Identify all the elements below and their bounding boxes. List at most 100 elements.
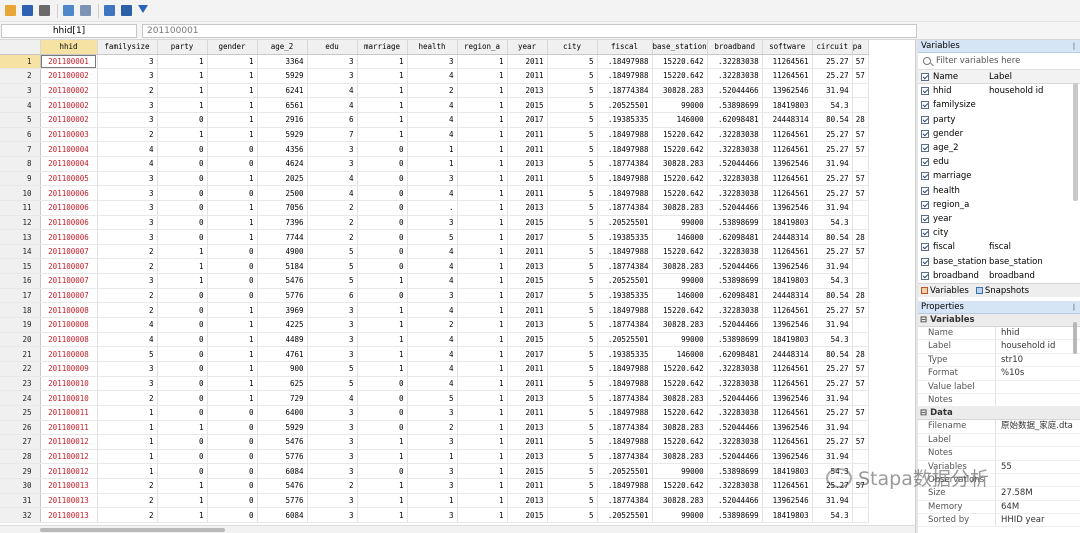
row-number[interactable]: 28 [0, 449, 41, 465]
table-cell[interactable]: 5 [547, 127, 598, 143]
table-cell[interactable]: 57 [852, 127, 869, 143]
table-cell[interactable]: .18497988 [597, 376, 653, 392]
table-cell[interactable]: 5 [547, 405, 598, 421]
table-cell[interactable]: 57 [852, 171, 869, 187]
table-cell[interactable]: 18419803 [762, 215, 813, 231]
table-cell[interactable] [852, 420, 869, 436]
variable-checkbox[interactable] [921, 257, 929, 266]
table-cell[interactable]: 1 [207, 97, 258, 114]
table-cell[interactable]: 3 [97, 361, 158, 377]
table-cell[interactable]: .19385335 [597, 112, 653, 128]
table-cell[interactable]: 1 [207, 112, 258, 128]
table-cell[interactable]: 201100004 [40, 141, 98, 157]
table-cell[interactable] [852, 83, 869, 99]
table-cell[interactable]: 4 [407, 127, 458, 143]
row-number[interactable]: 26 [0, 420, 41, 436]
table-cell[interactable]: 3 [97, 54, 158, 70]
property-value[interactable] [996, 447, 1074, 459]
table-cell[interactable]: 28 [852, 346, 869, 362]
table-cell[interactable]: 5 [547, 449, 598, 465]
table-cell[interactable]: 201100010 [40, 376, 98, 392]
table-cell[interactable]: 5 [547, 376, 598, 392]
table-cell[interactable]: 2916 [257, 112, 308, 128]
table-cell[interactable]: 25.27 [812, 68, 853, 84]
table-cell[interactable]: 2015 [507, 97, 548, 114]
table-cell[interactable]: 0 [157, 141, 208, 157]
table-cell[interactable]: 54.3 [812, 215, 853, 231]
property-row[interactable]: Memory 64M [918, 500, 1080, 515]
table-cell[interactable]: 2 [407, 317, 458, 333]
table-cell[interactable]: 5929 [257, 68, 308, 84]
table-cell[interactable]: .62098481 [707, 288, 763, 304]
table-cell[interactable]: 2017 [507, 346, 548, 362]
table-cell[interactable]: 1 [357, 507, 408, 523]
variable-checkbox[interactable] [921, 144, 929, 153]
table-cell[interactable]: 5 [547, 434, 598, 450]
table-cell[interactable]: 2013 [507, 258, 548, 275]
table-cell[interactable]: 201100013 [40, 507, 98, 523]
table-cell[interactable]: 2 [97, 493, 158, 509]
table-cell[interactable]: 1 [357, 478, 408, 494]
table-cell[interactable]: 5 [547, 507, 598, 523]
table-cell[interactable]: 1 [407, 493, 458, 509]
table-cell[interactable]: 1 [457, 405, 508, 421]
table-cell[interactable]: 146000 [652, 346, 708, 362]
table-cell[interactable]: 2 [407, 83, 458, 99]
table-cell[interactable]: 3 [97, 215, 158, 231]
table-cell[interactable]: 0 [207, 258, 258, 275]
table-cell[interactable]: 1 [157, 83, 208, 99]
table-cell[interactable]: . [407, 200, 458, 216]
table-cell[interactable]: 2015 [507, 463, 548, 480]
table-cell[interactable]: 30828.283 [652, 420, 708, 436]
table-cell[interactable]: 4489 [257, 332, 308, 348]
column-header-city[interactable]: city [547, 40, 598, 55]
table-cell[interactable]: 2011 [507, 302, 548, 319]
table-cell[interactable]: 57 [852, 478, 869, 494]
row-number[interactable]: 12 [0, 215, 41, 231]
table-cell[interactable]: 1 [457, 478, 508, 494]
table-cell[interactable]: 2 [97, 507, 158, 523]
cell-value-input[interactable]: 201100001 [142, 24, 917, 38]
table-cell[interactable]: 25.27 [812, 405, 853, 421]
column-header-pa[interactable]: pa [852, 40, 869, 55]
table-cell[interactable]: 1 [357, 317, 408, 333]
table-cell[interactable]: 30828.283 [652, 200, 708, 216]
variable-list-item[interactable]: year [918, 212, 1080, 226]
table-cell[interactable]: 0 [157, 332, 208, 348]
table-cell[interactable]: 0 [357, 244, 408, 260]
table-cell[interactable]: 3969 [257, 302, 308, 319]
table-cell[interactable]: 0 [207, 185, 258, 201]
table-cell[interactable]: .52044466 [707, 449, 763, 465]
table-cell[interactable]: 30828.283 [652, 449, 708, 465]
table-cell[interactable]: 54.3 [812, 273, 853, 289]
table-cell[interactable]: 11264561 [762, 141, 813, 157]
table-cell[interactable]: 2011 [507, 127, 548, 143]
table-cell[interactable]: 5776 [257, 449, 308, 465]
table-cell[interactable]: 6561 [257, 97, 308, 114]
table-cell[interactable]: 4 [97, 141, 158, 157]
table-cell[interactable]: 0 [157, 434, 208, 450]
table-cell[interactable]: 0 [157, 376, 208, 392]
table-cell[interactable]: 3 [307, 332, 358, 348]
table-cell[interactable]: 201100008 [40, 332, 98, 348]
table-cell[interactable]: 4 [307, 390, 358, 406]
table-cell[interactable]: 201100009 [40, 361, 98, 377]
table-cell[interactable]: .32283038 [707, 185, 763, 201]
table-cell[interactable]: 1 [157, 273, 208, 289]
variable-checkbox[interactable] [921, 229, 929, 238]
table-cell[interactable]: 1 [457, 215, 508, 231]
table-cell[interactable]: 201100012 [40, 434, 98, 450]
table-cell[interactable]: 4 [307, 171, 358, 187]
variable-checkbox[interactable] [921, 87, 929, 96]
table-cell[interactable]: 1 [357, 493, 408, 509]
table-cell[interactable]: 5476 [257, 478, 308, 494]
table-cell[interactable]: .32283038 [707, 478, 763, 494]
table-cell[interactable]: 5 [547, 185, 598, 201]
table-cell[interactable]: 3 [407, 171, 458, 187]
table-cell[interactable]: 57 [852, 405, 869, 421]
table-cell[interactable]: 146000 [652, 288, 708, 304]
row-number[interactable]: 4 [0, 97, 41, 114]
table-cell[interactable]: 201100007 [40, 258, 98, 275]
table-cell[interactable]: .18774384 [597, 493, 653, 509]
tab-snapshots[interactable]: Snapshots [975, 286, 1029, 296]
